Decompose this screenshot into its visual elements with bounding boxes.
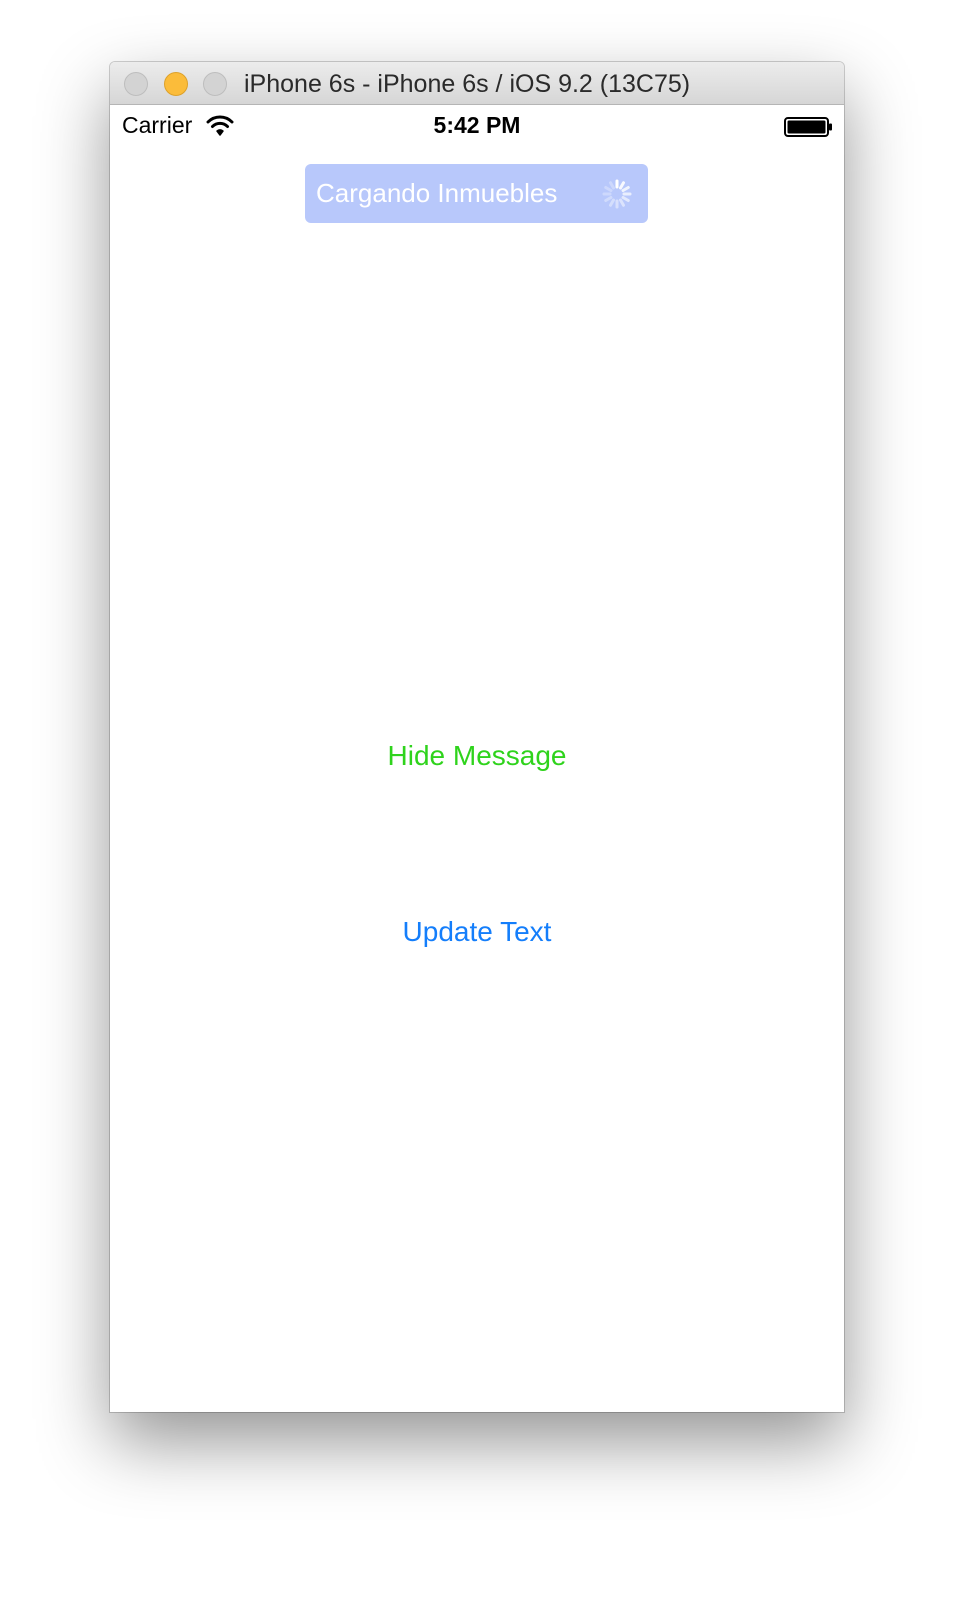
window-title: iPhone 6s - iPhone 6s / iOS 9.2 (13C75) — [244, 70, 691, 98]
loading-message: Cargando Inmuebles — [316, 178, 558, 208]
status-time: 5:42 PM — [433, 112, 521, 138]
battery-icon — [784, 117, 832, 137]
spinner-icon — [602, 179, 632, 209]
zoom-window-button[interactable] — [203, 72, 227, 96]
simulator-window: iPhone 6s - iPhone 6s / iOS 9.2 (13C75) … — [110, 62, 844, 1412]
loading-banner: Cargando Inmuebles — [305, 164, 648, 223]
ios-status-bar: Carrier 5:42 PM — [110, 106, 844, 146]
window-titlebar[interactable]: iPhone 6s - iPhone 6s / iOS 9.2 (13C75) — [110, 62, 844, 105]
close-window-button[interactable] — [124, 72, 148, 96]
minimize-window-button[interactable] — [164, 72, 188, 96]
update-text-button[interactable]: Update Text — [110, 916, 844, 948]
hide-message-button[interactable]: Hide Message — [110, 740, 844, 772]
